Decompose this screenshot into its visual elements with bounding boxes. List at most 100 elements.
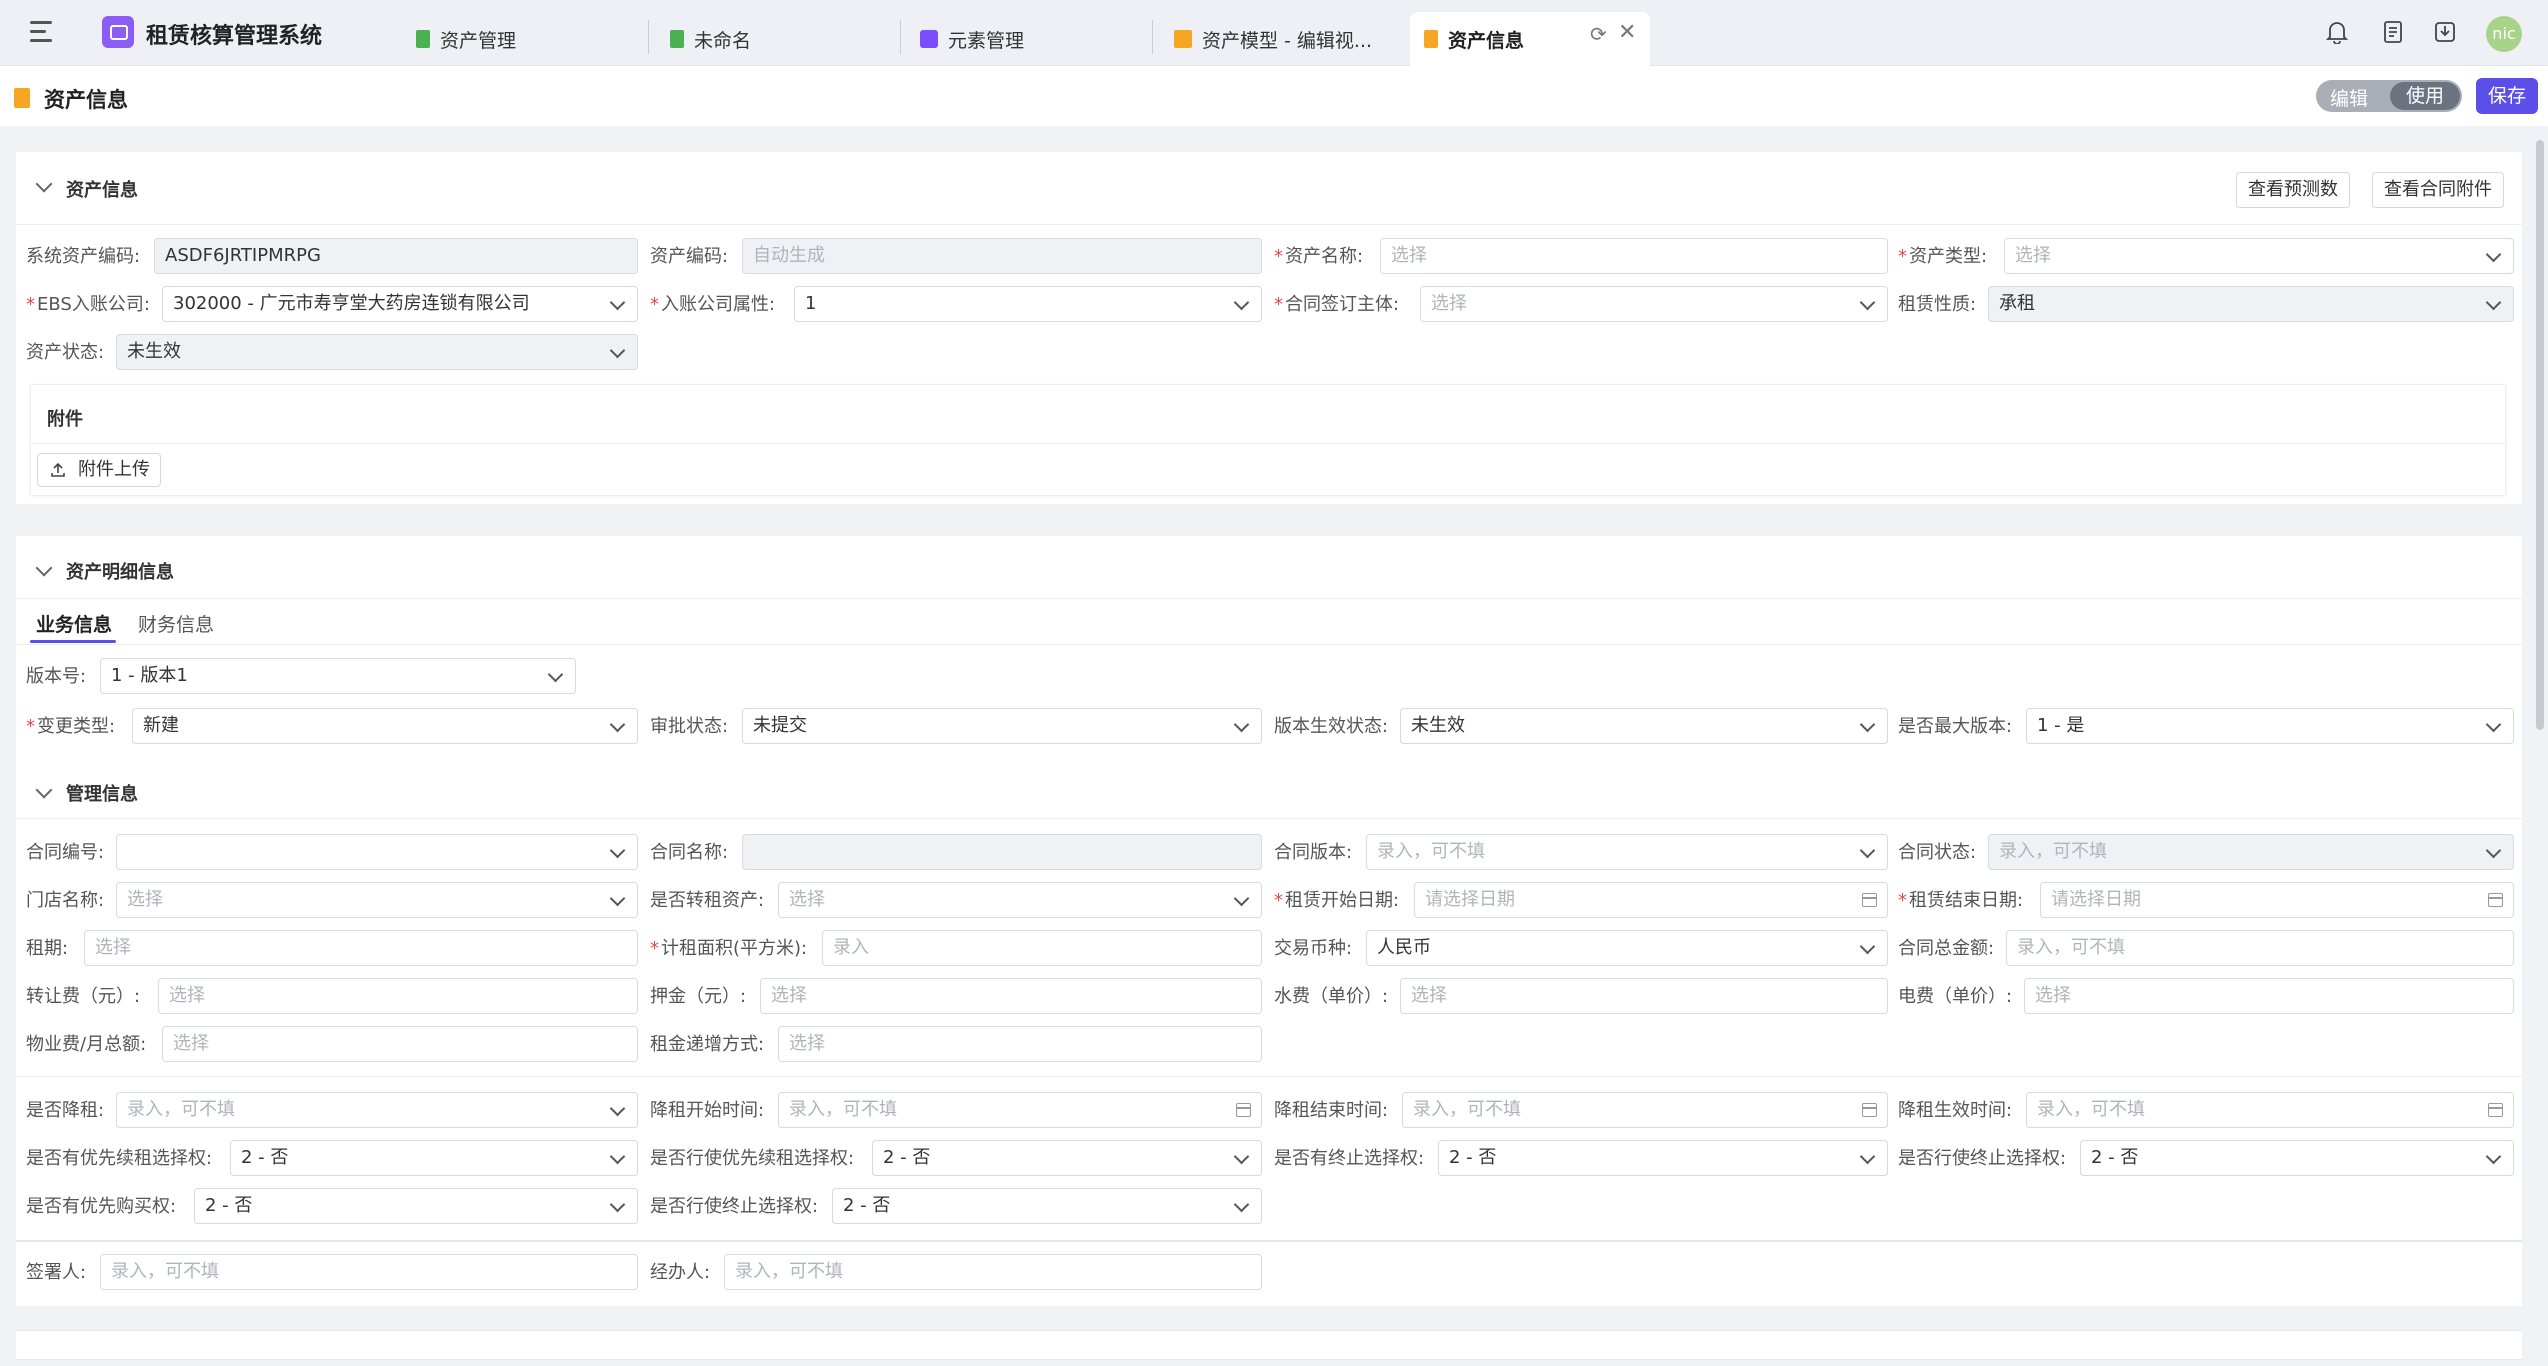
renew-option-select[interactable]: 2 - 否 [230,1140,638,1176]
asset-type-select[interactable]: 选择 [2004,238,2514,274]
contract-no-label: 合同编号: [26,842,105,863]
close-icon[interactable]: ✕ [1618,20,1636,45]
contract-status-select: 录入，可不填 [1988,834,2514,870]
contract-total-label: 合同总金额: [1898,938,1995,959]
lease-start-date-picker[interactable]: 请选择日期 [1414,882,1888,918]
tab-separator [648,20,649,54]
chevron-down-icon [1859,842,1876,859]
rent-increase-input[interactable]: 选择 [778,1026,1262,1062]
chevron-down-icon [1859,1148,1876,1165]
document-list-icon[interactable] [2382,20,2404,44]
mgmt-section-title: 管理信息 [66,784,138,805]
reduce-start-date-picker[interactable]: 录入，可不填 [778,1092,1262,1128]
reduce-end-date-picker[interactable]: 录入，可不填 [1402,1092,1888,1128]
chevron-down-icon [1233,1196,1250,1213]
sublease-select[interactable]: 选择 [778,882,1262,918]
exercise-terminate-select[interactable]: 2 - 否 [2080,1140,2514,1176]
collapse-chevron-icon[interactable] [35,175,53,193]
tab-asset-info[interactable]: 资产信息 [1410,12,1650,66]
max-version-select[interactable]: 1 - 是 [2026,708,2514,744]
upload-attachment-button[interactable]: 附件上传 [37,453,161,487]
chevron-down-icon [1233,1148,1250,1165]
ebs-company-label: * EBS入账公司: [26,294,150,315]
mode-edit-label[interactable]: 编辑 [2330,84,2368,111]
mode-use-label[interactable]: 使用 [2390,82,2460,110]
chevron-down-icon [547,666,564,683]
chevron-down-icon [2485,842,2502,859]
store-name-select[interactable]: 选择 [116,882,638,918]
rent-reduce-select[interactable]: 录入，可不填 [116,1092,638,1128]
app-logo-icon [102,16,134,48]
power-fee-label: 电费（单价）: [1898,986,2013,1007]
version-select[interactable]: 1 - 版本1 [100,658,576,694]
refresh-icon[interactable]: ⟳ [1590,22,1607,46]
chevron-down-icon [1233,294,1250,311]
terminate-option-select[interactable]: 2 - 否 [1438,1140,1888,1176]
save-button[interactable]: 保存 [2476,78,2538,114]
contract-version-select[interactable]: 录入，可不填 [1366,834,1888,870]
reduce-effective-date-picker[interactable]: 录入，可不填 [2026,1092,2514,1128]
collapse-chevron-icon[interactable] [35,781,53,799]
tab-asset-management[interactable]: 资产管理 [416,12,516,66]
tab-business-info[interactable]: 业务信息 [36,610,112,637]
tab-asset-model-edit[interactable]: 资产模型 - 编辑视... [1174,12,1372,66]
transfer-fee-label: 转让费（元）: [26,986,141,1007]
currency-select[interactable]: 人民币 [1366,930,1888,966]
company-attr-select[interactable]: 1 [794,286,1262,322]
signer-input[interactable]: 录入，可不填 [100,1254,638,1290]
handler-input[interactable]: 录入，可不填 [724,1254,1262,1290]
exercise-terminate2-select[interactable]: 2 - 否 [832,1188,1262,1224]
scrollbar[interactable] [2536,140,2544,730]
asset-name-input[interactable]: 选择 [1380,238,1888,274]
bell-icon[interactable] [2326,20,2348,44]
collapse-chevron-icon[interactable] [35,559,53,577]
reduce-start-label: 降租开始时间: [650,1100,765,1121]
max-version-label: 是否最大版本: [1898,716,2013,737]
avatar[interactable]: nic [2486,16,2522,52]
lease-end-date-picker[interactable]: 请选择日期 [2040,882,2514,918]
chevron-down-icon [609,716,626,733]
chevron-down-icon [609,1148,626,1165]
sublease-label: 是否转租资产: [650,890,765,911]
exercise-renew-select[interactable]: 2 - 否 [872,1140,1262,1176]
chevron-down-icon [2485,294,2502,311]
transfer-fee-input[interactable]: 选择 [158,978,638,1014]
contract-no-select[interactable] [116,834,638,870]
view-forecast-button[interactable]: 查看预测数 [2236,172,2350,208]
tab-element-management[interactable]: 元素管理 [920,12,1024,66]
rent-reduce-label: 是否降租: [26,1100,105,1121]
contract-total-input[interactable]: 录入，可不填 [2006,930,2514,966]
purchase-option-select[interactable]: 2 - 否 [194,1188,638,1224]
mode-toggle[interactable]: 编辑 使用 [2316,80,2462,112]
tab-untitled[interactable]: 未命名 [670,12,751,66]
water-fee-input[interactable]: 选择 [1400,978,1888,1014]
property-fee-input[interactable]: 选择 [162,1026,638,1062]
chevron-down-icon [609,842,626,859]
attachment-panel: 附件 附件上传 [30,384,2507,496]
rent-increase-label: 租金递增方式: [650,1034,765,1055]
document-icon [14,88,30,108]
lease-area-input[interactable]: 录入 [822,930,1262,966]
document-icon [670,30,684,48]
menu-toggle-icon[interactable] [30,20,58,44]
version-status-select[interactable]: 未生效 [1400,708,1888,744]
document-icon [416,30,430,48]
view-contract-attachment-button[interactable]: 查看合同附件 [2372,172,2504,208]
tab-finance-info[interactable]: 财务信息 [138,610,214,637]
calendar-icon [1862,893,1877,907]
chevron-down-icon [2485,1148,2502,1165]
power-fee-input[interactable]: 选择 [2024,978,2514,1014]
asset-type-label: * 资产类型: [1898,246,1988,267]
purchase-option-label: 是否有优先购买权: [26,1196,177,1217]
ebs-company-select[interactable]: 302000 - 广元市寿亨堂大药房连锁有限公司 [162,286,638,322]
tab-label: 资产管理 [440,29,517,52]
contract-party-select[interactable]: 选择 [1420,286,1888,322]
approval-status-select[interactable]: 未提交 [742,708,1262,744]
download-icon[interactable] [2434,20,2456,44]
asset-name-label: * 资产名称: [1274,246,1364,267]
deposit-input[interactable]: 选择 [760,978,1262,1014]
chevron-down-icon [1859,938,1876,955]
tab-separator [1152,20,1153,54]
lease-term-input[interactable]: 选择 [84,930,638,966]
change-type-select[interactable]: 新建 [132,708,638,744]
